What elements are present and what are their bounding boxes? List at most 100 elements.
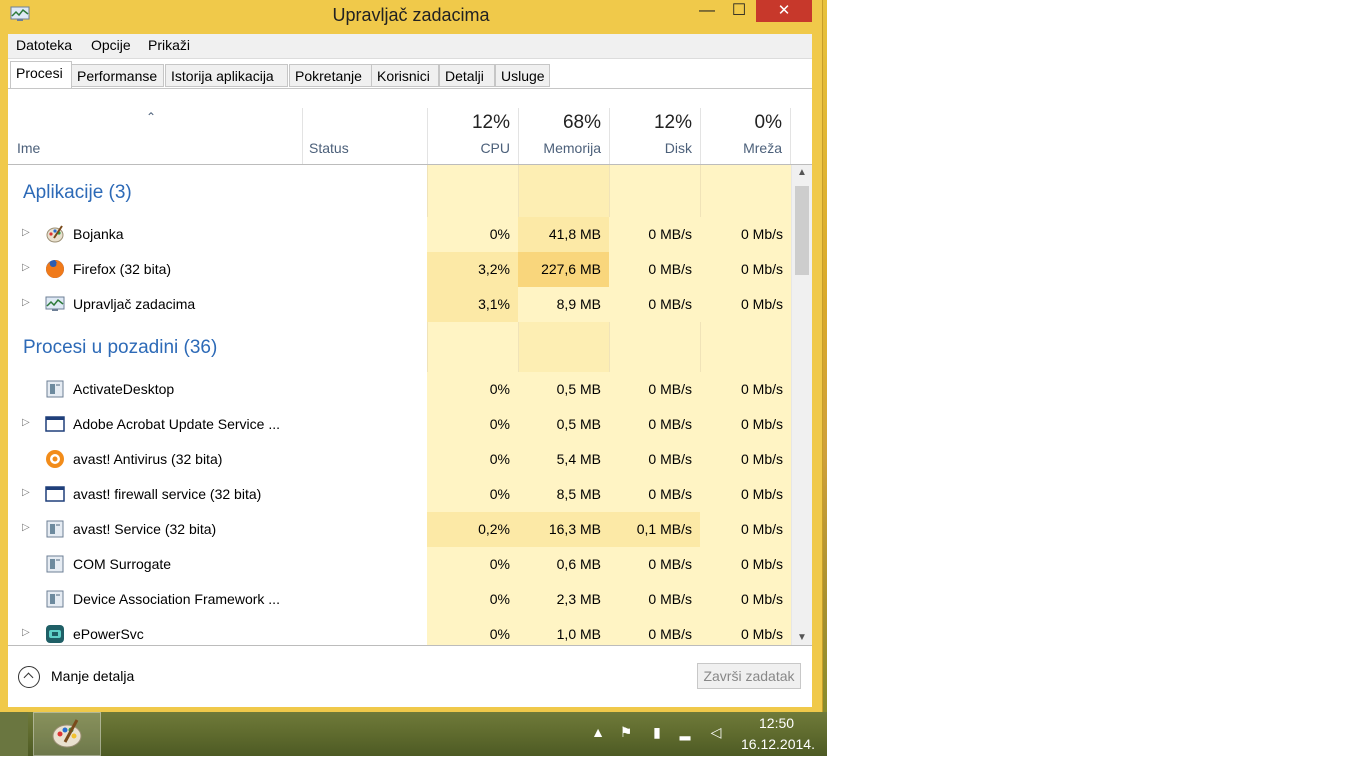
cell-disk: 0 MB/s xyxy=(609,372,700,407)
cell-cpu-value: 0% xyxy=(489,451,510,467)
tab-startup[interactable]: Pokretanje xyxy=(289,64,372,87)
cell-disk: 0 MB/s xyxy=(609,477,700,512)
cell-net: 0 Mb/s xyxy=(700,512,791,547)
tab-services[interactable]: Usluge xyxy=(495,64,550,87)
tab-app-history[interactable]: Istorija aplikacija xyxy=(165,64,288,87)
taskbar-paint[interactable] xyxy=(33,712,101,756)
expand-arrow-icon[interactable]: ▷ xyxy=(22,627,32,639)
column-header-name[interactable]: ⌃ Ime xyxy=(8,108,302,164)
tab-users[interactable]: Korisnici xyxy=(371,64,439,87)
cell-cpu: 0,2% xyxy=(427,512,518,547)
memory-total-percent: 68% xyxy=(562,112,601,133)
cell-disk: 0 MB/s xyxy=(609,582,700,617)
expand-arrow-icon[interactable]: ▷ xyxy=(22,262,32,274)
disk-label: Disk xyxy=(664,140,692,156)
table-row[interactable]: Device Association Framework ... 0% 2,3 MB… xyxy=(8,582,791,617)
column-header-memory[interactable]: 68% Memorija xyxy=(518,108,609,164)
cell-disk-value: 0 MB/s xyxy=(648,381,692,397)
cell-cpu-value: 0% xyxy=(489,556,510,572)
cell-mem: 0,6 MB xyxy=(518,547,609,582)
network-signal-icon[interactable]: ▂ xyxy=(676,724,694,742)
cell-net: 0 Mb/s xyxy=(700,407,791,442)
cell-disk: 0 MB/s xyxy=(609,287,700,322)
epower-icon xyxy=(46,625,64,643)
cell-cpu-value: 0% xyxy=(489,226,510,242)
group-apps: Aplikacije (3) xyxy=(23,182,132,203)
paint-icon xyxy=(46,225,64,243)
window-icon xyxy=(45,486,65,502)
process-name: Upravljač zadacima xyxy=(73,296,196,312)
cell-mem-value: 0,5 MB xyxy=(556,416,601,432)
menu-options[interactable]: Opcije xyxy=(91,37,131,53)
table-row[interactable]: ▷ Bojanka 0% 41,8 MB 0 MB/s 0 Mb/s xyxy=(8,217,791,252)
table-row[interactable]: ▷ Upravljač zadacima 3,1% 8,9 MB 0 MB/s 0 Mb/… xyxy=(8,287,791,322)
expand-arrow-icon[interactable]: ▷ xyxy=(22,417,32,429)
cell-disk-value: 0 MB/s xyxy=(648,591,692,607)
expand-arrow-icon[interactable]: ▷ xyxy=(22,522,32,534)
taskbar-task-manager[interactable] xyxy=(0,712,28,756)
clock-time[interactable]: 12:50 xyxy=(759,715,794,731)
minimize-button[interactable]: — xyxy=(690,0,724,22)
close-button[interactable]: ✕ xyxy=(756,0,812,22)
expand-arrow-icon[interactable]: ▷ xyxy=(22,487,32,499)
cell-mem-value: 227,6 MB xyxy=(541,261,601,277)
cell-cpu-value: 0% xyxy=(489,416,510,432)
footer: Manje detalja Završi zadatak xyxy=(8,645,812,707)
tab-bar: Procesi Performanse Istorija aplikacija … xyxy=(8,59,812,89)
table-row[interactable]: ▷ Adobe Acrobat Update Service ... 0% 0,5 M… xyxy=(8,407,791,442)
show-hidden-icons-icon[interactable]: ▲ xyxy=(589,724,607,742)
table-row[interactable]: ▷ ePowerSvc 0% 1,0 MB 0 MB/s 0 Mb/s xyxy=(8,617,791,645)
action-center-flag-icon[interactable]: ⚑ xyxy=(617,724,635,742)
cell-net-value: 0 Mb/s xyxy=(740,521,783,537)
firefox-icon xyxy=(46,260,64,278)
menu-file[interactable]: Datoteka xyxy=(16,37,72,53)
column-header-network[interactable]: 0% Mreža xyxy=(700,108,791,164)
end-task-button[interactable]: Završi zadatak xyxy=(697,663,801,689)
cell-net-value: 0 Mb/s xyxy=(740,416,783,432)
tab-processes[interactable]: Procesi xyxy=(10,61,72,89)
cell-mem: 41,8 MB xyxy=(518,217,609,252)
cell-net-value: 0 Mb/s xyxy=(740,226,783,242)
window-icon xyxy=(45,416,65,432)
table-row[interactable]: ▷ Firefox (32 bita) 3,2% 227,6 MB 0 MB/s 0 Mb… xyxy=(8,252,791,287)
taskbar: ▲ ⚑ ▮ ▂ ◁ 12:50 16.12.2014. xyxy=(0,712,827,756)
vertical-scrollbar[interactable]: ▲ ▼ xyxy=(791,165,812,645)
maximize-button[interactable]: ☐ xyxy=(722,0,756,22)
cell-disk-value: 0 MB/s xyxy=(648,226,692,242)
menu-view[interactable]: Prikaži xyxy=(148,37,190,53)
table-row[interactable]: ▷ avast! firewall service (32 bita) 0% 8,5 … xyxy=(8,477,791,512)
expand-arrow-icon[interactable]: ▷ xyxy=(22,297,32,309)
expand-arrow-icon[interactable]: ▷ xyxy=(22,227,32,239)
service-icon xyxy=(46,380,64,398)
cell-mem: 8,5 MB xyxy=(518,477,609,512)
tab-performance[interactable]: Performanse xyxy=(71,64,164,87)
title-bar[interactable]: Upravljač zadacima — ☐ ✕ xyxy=(0,0,822,30)
table-row[interactable]: avast! Antivirus (32 bita) 0% 5,4 MB 0 MB/s… xyxy=(8,442,791,477)
cell-net-value: 0 Mb/s xyxy=(740,486,783,502)
scroll-thumb[interactable] xyxy=(795,186,809,275)
service-icon xyxy=(46,590,64,608)
process-name: COM Surrogate xyxy=(73,556,172,572)
cell-disk-value: 0,1 MB/s xyxy=(636,521,692,537)
cell-disk: 0,1 MB/s xyxy=(609,512,700,547)
cell-net: 0 Mb/s xyxy=(700,477,791,512)
scroll-up-icon[interactable]: ▲ xyxy=(792,167,812,178)
table-row[interactable]: ActivateDesktop 0% 0,5 MB 0 MB/s 0 Mb/s xyxy=(8,372,791,407)
volume-icon[interactable]: ◁ xyxy=(707,724,725,742)
scroll-down-icon[interactable]: ▼ xyxy=(792,632,812,643)
cell-mem-value: 5,4 MB xyxy=(556,451,601,467)
table-row[interactable]: COM Surrogate 0% 0,6 MB 0 MB/s 0 Mb/s xyxy=(8,547,791,582)
column-header: ⌃ Ime Status 12% CPU 68% Memorija 12% Di… xyxy=(8,108,812,165)
table-row[interactable]: ▷ avast! Service (32 bita) 0,2% 16,3 MB 0,1 … xyxy=(8,512,791,547)
process-name: Firefox (32 bita) xyxy=(73,261,172,277)
process-name: avast! Service (32 bita) xyxy=(73,521,217,537)
column-header-status[interactable]: Status xyxy=(302,108,427,164)
column-header-disk[interactable]: 12% Disk xyxy=(609,108,700,164)
clock-date[interactable]: 16.12.2014. xyxy=(741,736,815,752)
cell-mem-value: 16,3 MB xyxy=(548,521,601,537)
battery-icon[interactable]: ▮ xyxy=(648,724,666,742)
tab-details[interactable]: Detalji xyxy=(439,64,495,87)
process-list: Aplikacije (3) Procesi u pozadini (36) ▷… xyxy=(8,165,791,645)
cell-mem-value: 0,6 MB xyxy=(556,556,601,572)
column-header-cpu[interactable]: 12% CPU xyxy=(427,108,518,164)
